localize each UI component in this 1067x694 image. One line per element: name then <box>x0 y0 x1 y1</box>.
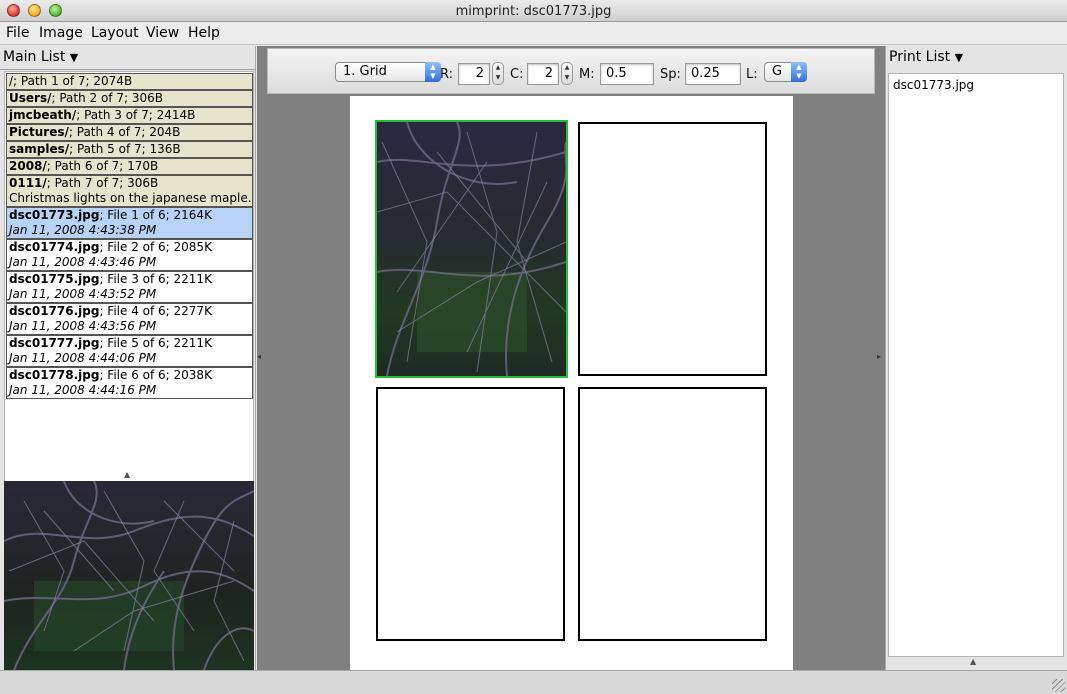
image-preview <box>4 481 254 670</box>
layout-type-value: 1. Grid <box>343 64 387 79</box>
menu-layout[interactable]: Layout <box>91 25 139 41</box>
l-select-value: G <box>772 64 783 79</box>
list-item-file-3[interactable]: dsc01775.jpg; File 3 of 6; 2211K Jan 11,… <box>6 271 253 303</box>
path-name: Pictures/ <box>9 125 69 139</box>
file-date: Jan 11, 2008 4:43:46 PM <box>9 255 157 269</box>
app-window: mimprint: dsc01773.jpg File Image Layout… <box>0 0 1067 694</box>
menu-file[interactable]: File <box>6 25 29 41</box>
layout-cell-4[interactable] <box>578 387 767 641</box>
print-list-title: Print List <box>889 49 951 65</box>
file-date: Jan 11, 2008 4:43:52 PM <box>9 287 157 301</box>
columns-stepper[interactable]: ▲ ▼ <box>561 62 573 85</box>
dropdown-arrow-icon[interactable]: ▼ <box>955 51 963 64</box>
main-list[interactable]: /; Path 1 of 7; 2074B Users/; Path 2 of … <box>4 71 254 517</box>
margin-field[interactable]: 0.5 <box>600 63 654 85</box>
l-label: L: <box>746 67 758 82</box>
layout-area: 1. Grid ▲ ▼ R: 2 ▲ ▼ C: 2 ▲ ▼ M: 0.5 Sp: 0.… <box>257 46 885 670</box>
rows-label: R: <box>440 67 454 82</box>
list-item-file-1[interactable]: dsc01773.jpg; File 1 of 6; 2164K Jan 11,… <box>6 207 253 239</box>
dropdown-arrow-icon[interactable]: ▼ <box>70 51 78 64</box>
resize-grip-icon[interactable] <box>1052 679 1065 692</box>
print-page <box>350 96 793 670</box>
print-list[interactable]: dsc01773.jpg <box>888 73 1064 657</box>
split-pane-divider-handle[interactable]: ▲ <box>970 657 976 666</box>
print-list-panel: Print List ▼ dsc01773.jpg ▲ <box>885 46 1067 670</box>
updown-arrows-icon: ▲ ▼ <box>791 62 807 82</box>
path-info: ; Path 5 of 7; 136B <box>69 142 181 156</box>
file-date: Jan 11, 2008 4:44:16 PM <box>9 383 157 397</box>
list-item-file-6[interactable]: dsc01778.jpg; File 6 of 6; 2038K Jan 11,… <box>6 367 253 399</box>
file-name: dsc01778.jpg <box>9 368 100 382</box>
split-pane-divider-handle[interactable]: ▲ <box>124 470 130 479</box>
rows-field[interactable]: 2 <box>458 63 490 85</box>
right-split-handle[interactable]: ▸ <box>877 352 881 361</box>
list-item-path-7[interactable]: 0111/; Path 7 of 7; 306B Christmas light… <box>6 175 253 207</box>
path-info: ; Path 3 of 7; 2414B <box>76 108 196 122</box>
main-list-title: Main List <box>3 49 66 65</box>
list-item-path-5[interactable]: samples/; Path 5 of 7; 136B <box>6 141 253 158</box>
file-info: ; File 6 of 6; 2038K <box>99 368 212 382</box>
status-bar <box>0 670 1067 694</box>
path-name: samples/ <box>9 142 70 156</box>
path-info: ; Path 7 of 7; 306B <box>46 176 159 190</box>
title-bar[interactable]: mimprint: dsc01773.jpg <box>0 0 1067 22</box>
list-item-file-4[interactable]: dsc01776.jpg; File 4 of 6; 2277K Jan 11,… <box>6 303 253 335</box>
path-note: Christmas lights on the japanese maple. <box>9 191 252 205</box>
list-item-path-1[interactable]: /; Path 1 of 7; 2074B <box>6 73 253 90</box>
path-info: ; Path 6 of 7; 170B <box>46 159 159 173</box>
file-date: Jan 11, 2008 4:43:56 PM <box>9 319 157 333</box>
path-name: 0111/ <box>9 176 47 190</box>
layout-cell-3[interactable] <box>376 387 565 641</box>
layout-cell-2[interactable] <box>578 122 767 376</box>
list-item-path-2[interactable]: Users/; Path 2 of 7; 306B <box>6 90 253 107</box>
path-name: jmcbeath/ <box>9 108 77 122</box>
margin-label: M: <box>579 67 595 82</box>
list-item-path-4[interactable]: Pictures/; Path 4 of 7; 204B <box>6 124 253 141</box>
print-list-header[interactable]: Print List ▼ <box>889 49 963 65</box>
layout-toolbar: 1. Grid ▲ ▼ R: 2 ▲ ▼ C: 2 ▲ ▼ M: 0.5 Sp: 0.… <box>267 48 875 94</box>
spacing-label: Sp: <box>660 67 681 82</box>
path-info: ; Path 1 of 7; 2074B <box>13 74 133 88</box>
list-item-path-3[interactable]: jmcbeath/; Path 3 of 7; 2414B <box>6 107 253 124</box>
file-info: ; File 4 of 6; 2277K <box>99 304 212 318</box>
left-split-handle[interactable]: ◂ <box>257 352 261 361</box>
file-name: dsc01776.jpg <box>9 304 100 318</box>
list-item-path-6[interactable]: 2008/; Path 6 of 7; 170B <box>6 158 253 175</box>
updown-arrows-icon: ▲ ▼ <box>425 62 441 82</box>
file-info: ; File 2 of 6; 2085K <box>99 240 212 254</box>
layout-type-select[interactable]: 1. Grid ▲ ▼ <box>335 62 441 82</box>
menu-help[interactable]: Help <box>188 25 220 41</box>
file-date: Jan 11, 2008 4:43:38 PM <box>9 223 157 237</box>
spacing-field[interactable]: 0.25 <box>685 63 741 85</box>
main-list-panel: Main List ▼ /; Path 1 of 7; 2074B Users/… <box>0 46 256 670</box>
layout-cell-1[interactable] <box>375 120 568 378</box>
divider <box>0 69 256 70</box>
file-name: dsc01773.jpg <box>9 208 100 222</box>
file-info: ; File 1 of 6; 2164K <box>99 208 212 222</box>
list-item-file-2[interactable]: dsc01774.jpg; File 2 of 6; 2085K Jan 11,… <box>6 239 253 271</box>
columns-field[interactable]: 2 <box>527 63 559 85</box>
file-name: dsc01774.jpg <box>9 240 100 254</box>
file-name: dsc01775.jpg <box>9 272 100 286</box>
rows-stepper[interactable]: ▲ ▼ <box>492 62 504 85</box>
list-item[interactable]: dsc01773.jpg <box>893 78 974 92</box>
path-name: Users/ <box>9 91 52 105</box>
file-info: ; File 5 of 6; 2211K <box>99 336 212 350</box>
file-name: dsc01777.jpg <box>9 336 100 350</box>
menu-view[interactable]: View <box>146 25 179 41</box>
path-name: 2008/ <box>9 159 47 173</box>
list-item-file-5[interactable]: dsc01777.jpg; File 5 of 6; 2211K Jan 11,… <box>6 335 253 367</box>
l-select[interactable]: G ▲ ▼ <box>764 62 807 82</box>
file-info: ; File 3 of 6; 2211K <box>99 272 212 286</box>
menu-bar: File Image Layout View Help <box>0 22 1067 45</box>
window-title: mimprint: dsc01773.jpg <box>455 4 612 19</box>
path-info: ; Path 2 of 7; 306B <box>51 91 163 105</box>
columns-label: C: <box>510 67 524 82</box>
path-info: ; Path 4 of 7; 204B <box>68 125 181 139</box>
preview-photo <box>4 481 254 670</box>
placed-photo <box>377 122 566 376</box>
main-list-header[interactable]: Main List ▼ <box>3 49 78 65</box>
menu-image[interactable]: Image <box>39 25 83 41</box>
file-date: Jan 11, 2008 4:44:06 PM <box>9 351 157 365</box>
